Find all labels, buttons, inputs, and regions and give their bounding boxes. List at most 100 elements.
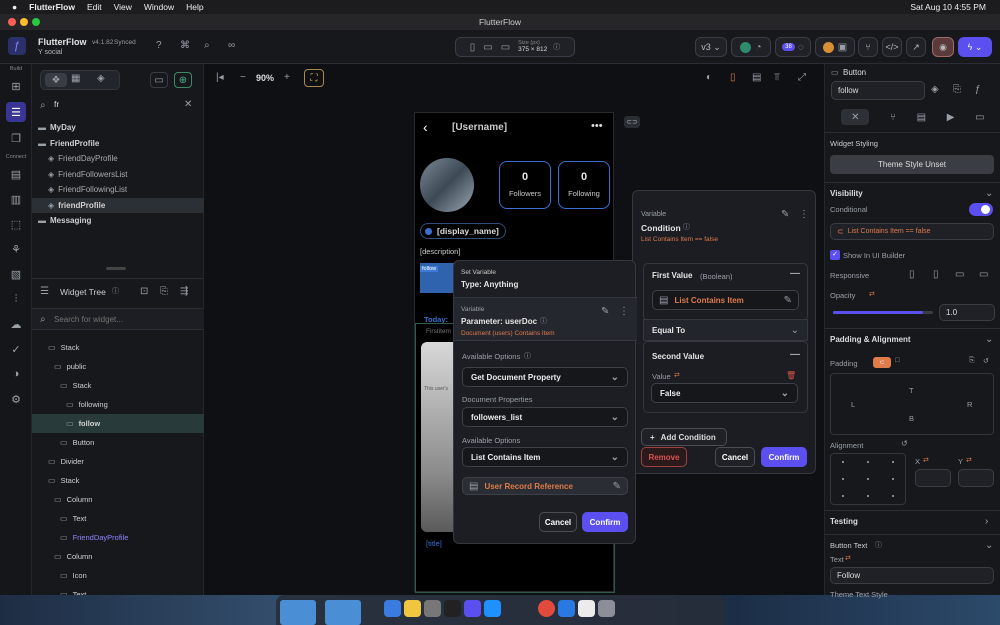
theme-style-button[interactable]: Theme Style Unset	[830, 155, 994, 174]
zoom-in-icon[interactable]: +	[284, 72, 290, 83]
tree-node[interactable]: ▭ follow	[32, 414, 204, 433]
tree-node[interactable]: ▭ Text	[32, 509, 204, 528]
bind-icon[interactable]: ⇄	[923, 456, 929, 464]
set-variable-cancel-button[interactable]: Cancel	[539, 512, 577, 532]
padding-bind-icon[interactable]: ⊂	[873, 357, 891, 368]
clock[interactable]: Sat Aug 10 4:55 PM	[910, 2, 986, 12]
padding-box-icon[interactable]: □	[895, 357, 899, 364]
calendar-icon[interactable]	[578, 600, 595, 617]
clear-search-icon[interactable]: ✕	[184, 99, 192, 110]
tree-node[interactable]: ▭ Stack	[32, 376, 204, 395]
finder-icon[interactable]	[384, 600, 401, 617]
avatar[interactable]	[420, 158, 474, 212]
collapse-icon[interactable]: —	[790, 349, 800, 360]
zoom-window-button[interactable]	[32, 18, 40, 26]
cloud-icon[interactable]: ☁	[6, 314, 26, 334]
code-icon[interactable]: </>	[882, 37, 902, 57]
bind-icon[interactable]: ⇄	[869, 290, 875, 298]
tablet-icon[interactable]: ▯	[933, 269, 939, 280]
back-arrow-icon[interactable]: ‹	[423, 119, 428, 135]
set-variable-confirm-button[interactable]: Confirm	[582, 512, 628, 532]
info-icon[interactable]: ⓘ	[553, 42, 560, 52]
api-icon[interactable]: ⬚	[6, 214, 26, 234]
info-icon[interactable]: ⓘ	[875, 540, 882, 550]
page-item[interactable]: ▬ FriendProfile	[32, 136, 204, 151]
document-properties-select[interactable]: followers_list ⌄	[462, 407, 628, 427]
zoom-level[interactable]: 90%	[256, 73, 274, 83]
grid-icon[interactable]: ⫪	[774, 72, 780, 83]
conditional-field[interactable]: ⊂ List Contains Item == false	[830, 223, 994, 240]
desktop-icon[interactable]: ▭	[979, 269, 988, 280]
copy-icon[interactable]: ⎘	[160, 286, 168, 297]
options-select-2[interactable]: List Contains Item ⌄	[462, 447, 628, 467]
conditional-toggle[interactable]	[969, 203, 993, 216]
external-link-icon[interactable]: ↗	[906, 37, 926, 57]
options-select-1[interactable]: Get Document Property ⌄	[462, 367, 628, 387]
tab-docs-icon[interactable]: ▭	[975, 112, 984, 123]
data-icon[interactable]: ▤	[6, 164, 26, 184]
info-icon[interactable]: ⓘ	[112, 286, 119, 296]
agent-button[interactable]: ▣	[815, 37, 855, 57]
followers-box[interactable]: 0 Followers	[499, 161, 551, 209]
testing-section[interactable]: Testing ›	[825, 510, 1000, 532]
zoom-out-icon[interactable]: −	[240, 72, 246, 83]
preview-eye-icon[interactable]: ◉	[932, 37, 954, 57]
tree-node[interactable]: ▭ Stack	[32, 338, 204, 357]
page-item[interactable]: ◈ FriendFollowersList	[32, 167, 204, 182]
info-icon[interactable]: ⓘ	[540, 316, 547, 326]
command-icon[interactable]: ⌘	[180, 40, 190, 51]
chevron-down-icon[interactable]: ⌄	[985, 540, 993, 551]
opacity-input[interactable]: 1.0	[939, 304, 995, 321]
tree-node[interactable]: ▭ FriendDayProfile	[32, 528, 204, 547]
menu-window[interactable]: Window	[144, 2, 174, 12]
pages-tab-icon[interactable]: ❖	[45, 73, 67, 87]
reset-icon[interactable]: ↺	[983, 357, 989, 365]
notifications-button[interactable]: 38 ◌	[775, 37, 811, 57]
xcode-icon[interactable]	[558, 600, 575, 617]
alignment-grid[interactable]	[830, 453, 906, 505]
copy-icon[interactable]: ⎘	[953, 84, 961, 95]
tree-node[interactable]: ▭ Button	[32, 433, 204, 452]
more-icon[interactable]: •••	[591, 120, 603, 132]
tab-animation-icon[interactable]: ▶	[947, 112, 955, 123]
collapse-panel-icon[interactable]: |◂	[216, 72, 224, 83]
version-select[interactable]: v3 ⌄	[695, 37, 727, 57]
add-condition-button[interactable]: + Add Condition	[641, 428, 727, 446]
mobile-preview-icon[interactable]: ▯	[730, 72, 736, 83]
edit-icon[interactable]: ✎	[784, 295, 792, 306]
phone-icon[interactable]: ▯	[909, 269, 915, 280]
tree-node[interactable]: ▭ Text	[32, 585, 204, 595]
tree-node[interactable]: ▭ Column	[32, 490, 204, 509]
size-value[interactable]: 375 × 812	[518, 46, 547, 54]
chevron-down-icon[interactable]: ⌄	[985, 334, 993, 345]
follow-button-preview[interactable]: follow	[420, 263, 456, 293]
operator-select[interactable]: Equal To ⌄	[643, 319, 808, 341]
tab-properties-icon[interactable]: ✕	[841, 109, 870, 125]
page-item[interactable]: ◈ friendProfile	[32, 197, 204, 213]
functions-icon[interactable]: ⫶	[6, 289, 26, 309]
new-folder-icon[interactable]: ▭	[150, 72, 168, 88]
add-page-icon[interactable]: ⊕	[174, 72, 192, 88]
edit-icon[interactable]: ✎	[601, 306, 609, 317]
widget-name-input[interactable]: follow	[831, 81, 925, 100]
remove-button[interactable]: Remove	[641, 447, 687, 467]
opacity-slider[interactable]	[833, 311, 933, 314]
bind-icon[interactable]: ⇄	[674, 371, 680, 379]
page-item[interactable]: ◈ FriendDayProfile	[32, 151, 204, 166]
chevron-down-icon[interactable]: ⌄	[985, 188, 993, 199]
tablet-landscape-icon[interactable]: ▭	[955, 269, 964, 280]
menu-help[interactable]: Help	[186, 2, 203, 12]
align-y-input[interactable]	[958, 469, 994, 487]
attach-icon[interactable]: ⊂⊃	[624, 116, 640, 128]
widget-tree-icon[interactable]: ☰	[6, 102, 26, 122]
branch-icon[interactable]: ⑂	[858, 37, 878, 57]
padding-box[interactable]: T L R B	[830, 373, 994, 435]
condition-cancel-button[interactable]: Cancel	[715, 447, 755, 467]
user-record-reference-field[interactable]: ▤ User Record Reference ✎	[462, 477, 628, 495]
edit-icon[interactable]: ✎	[781, 209, 789, 220]
close-window-button[interactable]	[8, 18, 16, 26]
firestore-icon[interactable]: ▥	[6, 189, 26, 209]
diamond-icon[interactable]: ◈	[931, 84, 939, 95]
info-icon[interactable]: ⓘ	[683, 222, 690, 232]
minimize-window-button[interactable]	[20, 18, 28, 26]
